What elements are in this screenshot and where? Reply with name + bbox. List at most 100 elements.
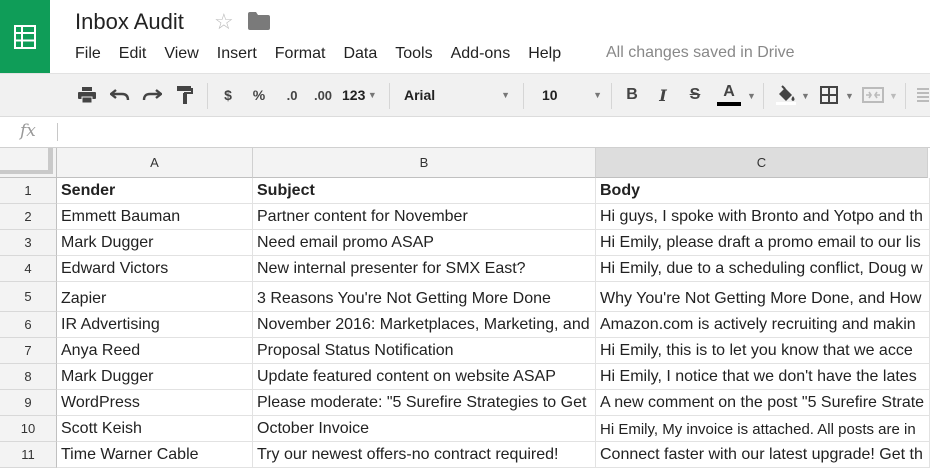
increase-decimals-button[interactable]: .00 — [310, 82, 336, 108]
strikethrough-button[interactable]: S — [685, 82, 705, 108]
table-cell-c[interactable]: Hi guys, I spoke with Bronto and Yotpo a… — [596, 204, 930, 230]
toolbar-separator — [905, 83, 906, 109]
italic-button[interactable]: I — [653, 82, 673, 108]
row-header[interactable]: 1 — [0, 178, 57, 204]
table-cell-c[interactable]: Hi Emily, due to a scheduling conflict, … — [596, 256, 930, 282]
paint-format-icon[interactable] — [174, 82, 196, 108]
menu-data[interactable]: Data — [343, 45, 377, 63]
table-cell-c[interactable]: Hi Emily, please draft a promo email to … — [596, 230, 930, 256]
borders-icon[interactable] — [818, 82, 840, 108]
fill-color-icon[interactable] — [774, 82, 798, 108]
table-cell-c[interactable]: A new comment on the post "5 Surefire St… — [596, 390, 930, 416]
toolbar-separator — [763, 83, 764, 109]
menu-help[interactable]: Help — [528, 45, 561, 63]
row-header[interactable]: 11 — [0, 442, 57, 468]
toolbar-separator — [207, 83, 208, 109]
redo-icon[interactable] — [140, 82, 164, 108]
table-cell-b[interactable]: Update featured content on website ASAP — [253, 364, 596, 390]
folder-icon[interactable] — [248, 12, 270, 35]
table-cell-b[interactable]: Subject — [253, 178, 596, 204]
row-header[interactable]: 2 — [0, 204, 57, 230]
column-header-a[interactable]: A — [57, 148, 253, 178]
document-title[interactable]: Inbox Audit — [75, 9, 184, 35]
sheets-app: Inbox Audit ☆ File Edit View Insert Form… — [0, 0, 930, 475]
text-color-button[interactable]: A — [715, 82, 743, 108]
menu-file[interactable]: File — [75, 45, 101, 63]
table-cell-b[interactable]: Try our newest offers-no contract requir… — [253, 442, 596, 468]
sheets-logo[interactable] — [0, 0, 50, 73]
table-cell-c[interactable]: Connect faster with our latest upgrade! … — [596, 442, 930, 468]
font-family-dropdown[interactable]: Arial ▼ — [404, 82, 510, 108]
column-header-b[interactable]: B — [253, 148, 596, 178]
table-cell-c[interactable]: Amazon.com is actively recruiting and ma… — [596, 312, 930, 338]
caret-down-icon[interactable]: ▼ — [889, 91, 898, 101]
table-cell-b[interactable]: New internal presenter for SMX East? — [253, 256, 596, 282]
table-cell-a[interactable]: Emmett Bauman — [57, 204, 253, 230]
more-formats-dropdown[interactable]: 123 ▼ — [342, 82, 377, 108]
font-family-label: Arial — [404, 87, 436, 103]
percent-format-button[interactable]: % — [249, 82, 269, 108]
row-header[interactable]: 8 — [0, 364, 57, 390]
star-icon[interactable]: ☆ — [214, 9, 234, 35]
table-cell-a[interactable]: Sender — [57, 178, 253, 204]
table-cell-a[interactable]: Anya Reed — [57, 338, 253, 364]
table-cell-b[interactable]: Proposal Status Notification — [253, 338, 596, 364]
table-cell-b[interactable]: 3 Reasons You're Not Getting More Done — [253, 282, 596, 312]
table-cell-a[interactable]: Edward Victors — [57, 256, 253, 282]
menu-format[interactable]: Format — [275, 45, 326, 63]
freeze-row-handle[interactable] — [0, 170, 53, 174]
row-header[interactable]: 3 — [0, 230, 57, 256]
save-status: All changes saved in Drive — [606, 44, 795, 61]
caret-down-icon: ▼ — [501, 90, 510, 100]
menu-tools[interactable]: Tools — [395, 45, 432, 63]
table-cell-a[interactable]: Time Warner Cable — [57, 442, 253, 468]
table-cell-a[interactable]: Mark Dugger — [57, 230, 253, 256]
table-cell-b[interactable]: Please moderate: "5 Surefire Strategies … — [253, 390, 596, 416]
table-cell-b[interactable]: November 2016: Marketplaces, Marketing, … — [253, 312, 596, 338]
menu-addons[interactable]: Add-ons — [451, 45, 511, 63]
print-icon[interactable] — [76, 82, 98, 108]
table-cell-a[interactable]: IR Advertising — [57, 312, 253, 338]
table-cell-a[interactable]: WordPress — [57, 390, 253, 416]
table-cell-b[interactable]: October Invoice — [253, 416, 596, 442]
row-header[interactable]: 6 — [0, 312, 57, 338]
caret-down-icon[interactable]: ▼ — [845, 91, 854, 101]
merge-cells-icon[interactable] — [860, 82, 886, 108]
caret-down-icon[interactable]: ▼ — [801, 91, 810, 101]
table-cell-c[interactable]: Hi Emily, this is to let you know that w… — [596, 338, 930, 364]
decrease-decimals-button[interactable]: .0 — [280, 82, 304, 108]
currency-format-button[interactable]: $ — [218, 82, 238, 108]
table-cell-b[interactable]: Need email promo ASAP — [253, 230, 596, 256]
caret-down-icon[interactable]: ▼ — [747, 91, 756, 101]
row-header[interactable]: 4 — [0, 256, 57, 282]
table-cell-a[interactable]: Mark Dugger — [57, 364, 253, 390]
table-cell-b[interactable]: Partner content for November — [253, 204, 596, 230]
table-cell-a[interactable]: Zapier — [57, 282, 253, 312]
font-size-dropdown[interactable]: 10 ▼ — [542, 82, 602, 108]
sheets-logo-icon — [14, 24, 36, 49]
table-cell-c[interactable]: Hi Emily, I notice that we don't have th… — [596, 364, 930, 390]
row-header[interactable]: 5 — [0, 282, 57, 312]
menu-view[interactable]: View — [164, 45, 198, 63]
menu-bar: File Edit View Insert Format Data Tools … — [75, 44, 579, 64]
table-cell-c[interactable]: Why You're Not Getting More Done, and Ho… — [596, 282, 930, 312]
row-header[interactable]: 10 — [0, 416, 57, 442]
more-formats-label: 123 — [342, 87, 366, 103]
toolbar-separator — [523, 83, 524, 109]
align-icon[interactable] — [916, 82, 930, 108]
font-size-label: 10 — [542, 87, 558, 103]
table-cell-c[interactable]: Hi Emily, My invoice is attached. All po… — [596, 416, 930, 442]
row-header[interactable]: 7 — [0, 338, 57, 364]
row-header[interactable]: 9 — [0, 390, 57, 416]
spreadsheet-grid: A B C 1 Sender Subject Body 2 Emmett Bauman Pa… — [0, 148, 930, 475]
formula-input[interactable] — [62, 122, 922, 142]
select-all-corner[interactable] — [0, 148, 57, 178]
table-cell-c[interactable]: Body — [596, 178, 930, 204]
menu-insert[interactable]: Insert — [217, 45, 257, 63]
bold-button[interactable]: B — [622, 82, 642, 108]
undo-icon[interactable] — [108, 82, 132, 108]
column-header-c[interactable]: C — [596, 148, 928, 178]
table-cell-a[interactable]: Scott Keish — [57, 416, 253, 442]
toolbar-separator — [389, 83, 390, 109]
menu-edit[interactable]: Edit — [119, 45, 147, 63]
